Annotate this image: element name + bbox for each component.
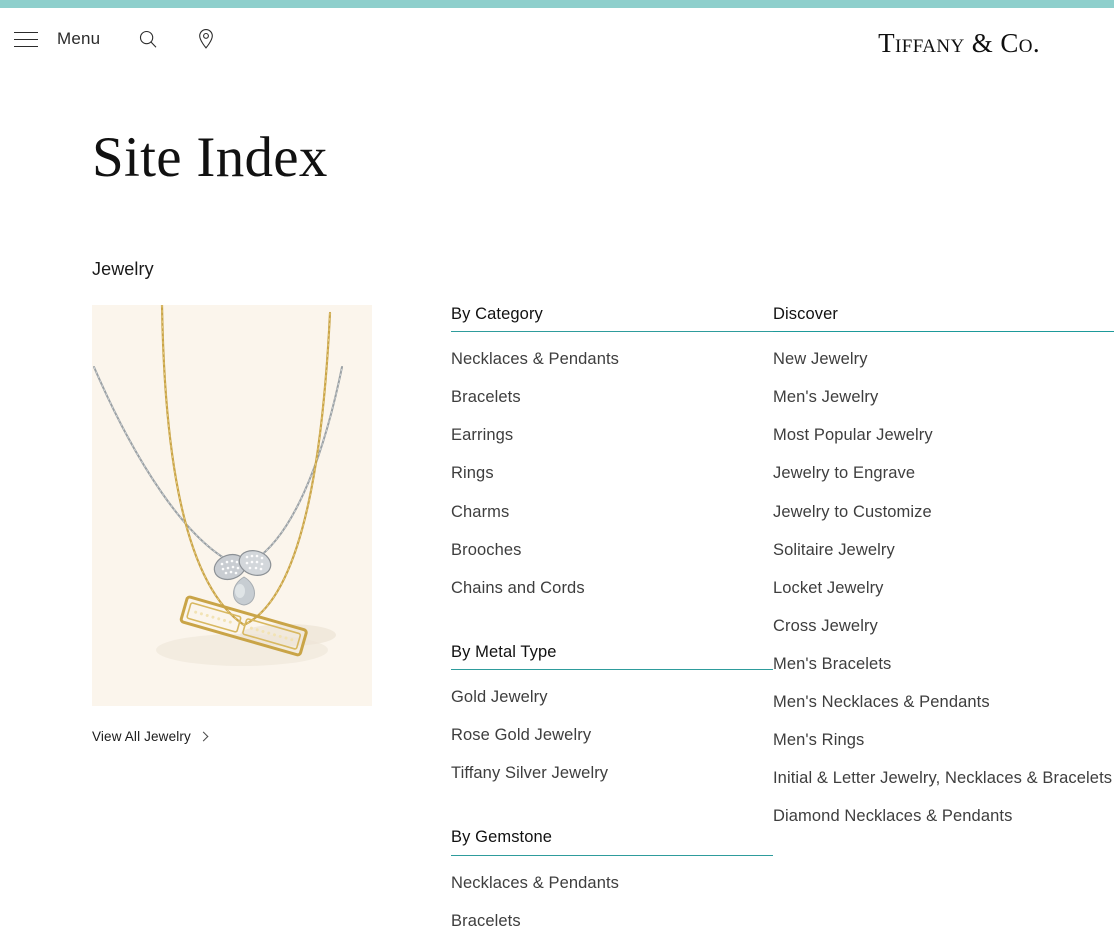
list-item: Jewelry to Customize [773,489,1114,527]
group-by-category: By Category Necklaces & Pendants Bracele… [451,305,773,603]
link-tiffany-silver-jewelry[interactable]: Tiffany Silver Jewelry [451,750,773,788]
menu-button[interactable]: Menu [57,29,100,49]
list-item: Chains and Cords [451,565,773,603]
link-mens-bracelets[interactable]: Men's Bracelets [773,641,1114,679]
link-initial-letter-jewelry[interactable]: Initial & Letter Jewelry, Necklaces & Br… [773,755,1114,793]
list-item: Bracelets [451,374,773,412]
list-item: Rings [451,450,773,488]
list-item: Jewelry to Engrave [773,450,1114,488]
list-item: Earrings [451,412,773,450]
page-title: Site Index [92,126,328,189]
list-item: Initial & Letter Jewelry, Necklaces & Br… [773,755,1114,793]
list-item: Necklaces & Pendants [451,860,773,898]
link-brooches[interactable]: Brooches [451,527,773,565]
list-item: Necklaces & Pendants [451,336,773,374]
link-mens-rings[interactable]: Men's Rings [773,717,1114,755]
link-mens-jewelry[interactable]: Men's Jewelry [773,374,1114,412]
list-item: Diamond Necklaces & Pendants [773,793,1114,831]
link-jewelry-to-customize[interactable]: Jewelry to Customize [773,489,1114,527]
page-body: Site Index Jewelry View All Jewelry By C… [0,129,1114,934]
link-most-popular-jewelry[interactable]: Most Popular Jewelry [773,412,1114,450]
column-left-links: By Category Necklaces & Pendants Bracele… [451,305,773,934]
group-by-metal-type: By Metal Type Gold Jewelry Rose Gold Jew… [451,643,773,788]
list-item: Solitaire Jewelry [773,527,1114,565]
list-item: Rose Gold Jewelry [451,712,773,750]
list-item: Most Popular Jewelry [773,412,1114,450]
link-rose-gold-jewelry[interactable]: Rose Gold Jewelry [451,712,773,750]
site-header: Menu Tiffany & Co. [0,8,1114,70]
location-pin-icon[interactable] [193,26,219,52]
view-all-jewelry-link[interactable]: View All Jewelry [92,729,209,744]
link-solitaire-jewelry[interactable]: Solitaire Jewelry [773,527,1114,565]
promo-image[interactable] [92,305,372,706]
list-item: Men's Bracelets [773,641,1114,679]
list-item: Men's Necklaces & Pendants [773,679,1114,717]
link-jewelry-to-engrave[interactable]: Jewelry to Engrave [773,450,1114,488]
link-list: New Jewelry Men's Jewelry Most Popular J… [773,336,1114,831]
link-cross-jewelry[interactable]: Cross Jewelry [773,603,1114,641]
list-item: Charms [451,489,773,527]
brand-logo[interactable]: Tiffany & Co. [878,28,1040,59]
list-item: Cross Jewelry [773,603,1114,641]
link-necklaces-pendants[interactable]: Necklaces & Pendants [451,336,773,374]
link-chains-and-cords[interactable]: Chains and Cords [451,565,773,603]
group-discover: Discover New Jewelry Men's Jewelry Most … [773,305,1114,832]
list-item: Locket Jewelry [773,565,1114,603]
link-new-jewelry[interactable]: New Jewelry [773,336,1114,374]
link-bracelets[interactable]: Bracelets [451,374,773,412]
link-earrings[interactable]: Earrings [451,412,773,450]
header-left-controls: Menu [10,26,219,52]
hamburger-icon[interactable] [14,26,40,52]
link-mens-necklaces-pendants[interactable]: Men's Necklaces & Pendants [773,679,1114,717]
group-by-gemstone: By Gemstone Necklaces & Pendants Bracele… [451,828,773,934]
list-item: Gold Jewelry [451,674,773,712]
list-item: Bracelets [451,898,773,934]
top-accent-bar [0,0,1114,8]
group-heading: By Metal Type [451,643,773,671]
list-item: Men's Jewelry [773,374,1114,412]
list-item: Men's Rings [773,717,1114,755]
link-diamond-necklaces-pendants[interactable]: Diamond Necklaces & Pendants [773,793,1114,831]
link-gemstone-bracelets[interactable]: Bracelets [451,898,773,934]
link-locket-jewelry[interactable]: Locket Jewelry [773,565,1114,603]
group-heading: By Gemstone [451,828,773,856]
link-charms[interactable]: Charms [451,489,773,527]
chevron-right-icon [198,731,209,742]
link-gemstone-necklaces-pendants[interactable]: Necklaces & Pendants [451,860,773,898]
list-item: Tiffany Silver Jewelry [451,750,773,788]
group-heading: Discover [773,305,1114,333]
site-index-columns: View All Jewelry By Category Necklaces &… [92,305,1114,934]
link-rings[interactable]: Rings [451,450,773,488]
link-list: Necklaces & Pendants Bracelets [451,860,773,934]
link-list: Necklaces & Pendants Bracelets Earrings … [451,336,773,603]
link-gold-jewelry[interactable]: Gold Jewelry [451,674,773,712]
list-item: New Jewelry [773,336,1114,374]
list-item: Brooches [451,527,773,565]
view-all-jewelry-label: View All Jewelry [92,729,191,744]
link-list: Gold Jewelry Rose Gold Jewelry Tiffany S… [451,674,773,788]
section-label-jewelry: Jewelry [92,259,154,279]
column-right-links: Discover New Jewelry Men's Jewelry Most … [773,305,1114,832]
promo-column: View All Jewelry [92,305,372,746]
search-icon[interactable] [135,26,161,52]
group-heading: By Category [451,305,773,333]
